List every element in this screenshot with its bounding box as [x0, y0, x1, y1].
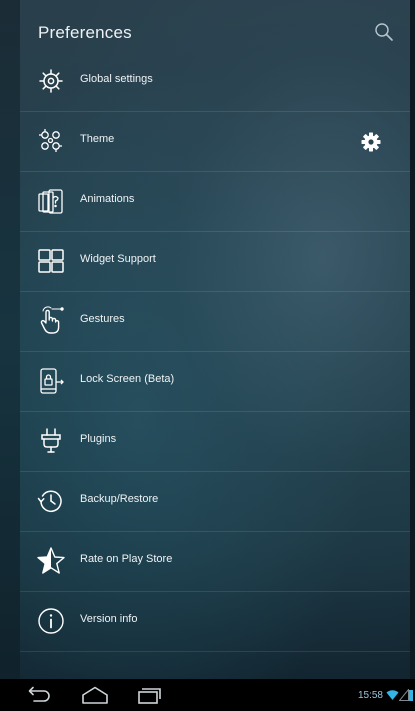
home-icon [82, 686, 108, 704]
list-item-label: Plugins [80, 433, 117, 445]
clock: 15:58 [357, 689, 383, 701]
theme-icon [35, 125, 67, 157]
list-item-label: Rate on Play Store [80, 553, 173, 565]
star-icon [35, 545, 67, 577]
list-item-label: Animations [80, 193, 135, 205]
widget-icon [35, 245, 67, 277]
theme-settings-button[interactable] [360, 131, 382, 153]
recents-button[interactable] [132, 684, 166, 706]
list-item-plugins[interactable]: Plugins [20, 412, 410, 472]
list-item-widget-support[interactable]: Widget Support [20, 232, 410, 292]
gesture-hand-icon [35, 305, 67, 337]
system-navigation-bar: 15:58 [0, 679, 415, 711]
page-title: Preferences [38, 23, 132, 42]
backup-restore-icon [35, 485, 67, 517]
preferences-list: Global settings Theme Animations Widget … [20, 52, 410, 652]
list-item-global-settings[interactable]: Global settings [20, 52, 410, 112]
list-item-animations[interactable]: Animations [20, 172, 410, 232]
list-item-rate-play-store[interactable]: Rate on Play Store [20, 532, 410, 592]
list-item-label: Global settings [80, 73, 153, 85]
list-item-label: Lock Screen (Beta) [80, 373, 175, 385]
app-screen: Preferences Global settings Theme Animat… [0, 0, 415, 711]
info-icon [35, 605, 67, 637]
list-item-version-info[interactable]: Version info [20, 592, 410, 652]
search-icon [375, 23, 393, 41]
wifi-icon [386, 690, 399, 700]
header: Preferences [20, 14, 410, 50]
recents-icon [138, 688, 161, 704]
list-item-backup-restore[interactable]: Backup/Restore [20, 472, 410, 532]
animations-icon [35, 185, 67, 217]
list-item-label: Version info [80, 613, 138, 625]
gear-icon [361, 132, 381, 152]
battery-icon [409, 690, 413, 701]
globe-gear-icon [35, 65, 67, 97]
back-icon [28, 686, 50, 702]
back-button[interactable] [22, 684, 56, 706]
search-button[interactable] [372, 20, 396, 44]
list-item-theme[interactable]: Theme [20, 112, 410, 172]
list-item-label: Widget Support [80, 253, 156, 265]
home-button[interactable] [78, 684, 112, 706]
status-area: 15:58 [358, 688, 413, 702]
list-item-label: Theme [80, 133, 115, 145]
list-item-gestures[interactable]: Gestures [20, 292, 410, 352]
plug-icon [35, 425, 67, 457]
list-item-lock-screen[interactable]: Lock Screen (Beta) [20, 352, 410, 412]
left-edge-strip [0, 0, 20, 679]
list-item-label: Gestures [80, 313, 125, 325]
signal-icon [399, 689, 409, 701]
lock-screen-icon [35, 365, 67, 397]
list-item-label: Backup/Restore [80, 493, 159, 505]
